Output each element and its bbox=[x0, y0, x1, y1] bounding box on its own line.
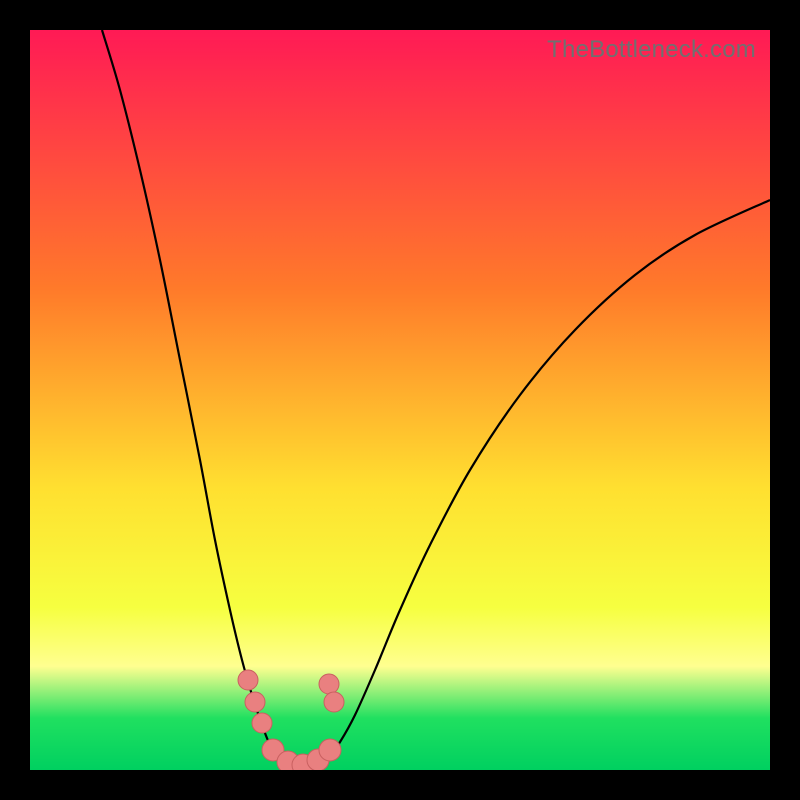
watermark-text: TheBottleneck.com bbox=[547, 36, 756, 64]
gradient-background bbox=[30, 30, 770, 770]
chart-frame: TheBottleneck.com bbox=[30, 30, 770, 770]
